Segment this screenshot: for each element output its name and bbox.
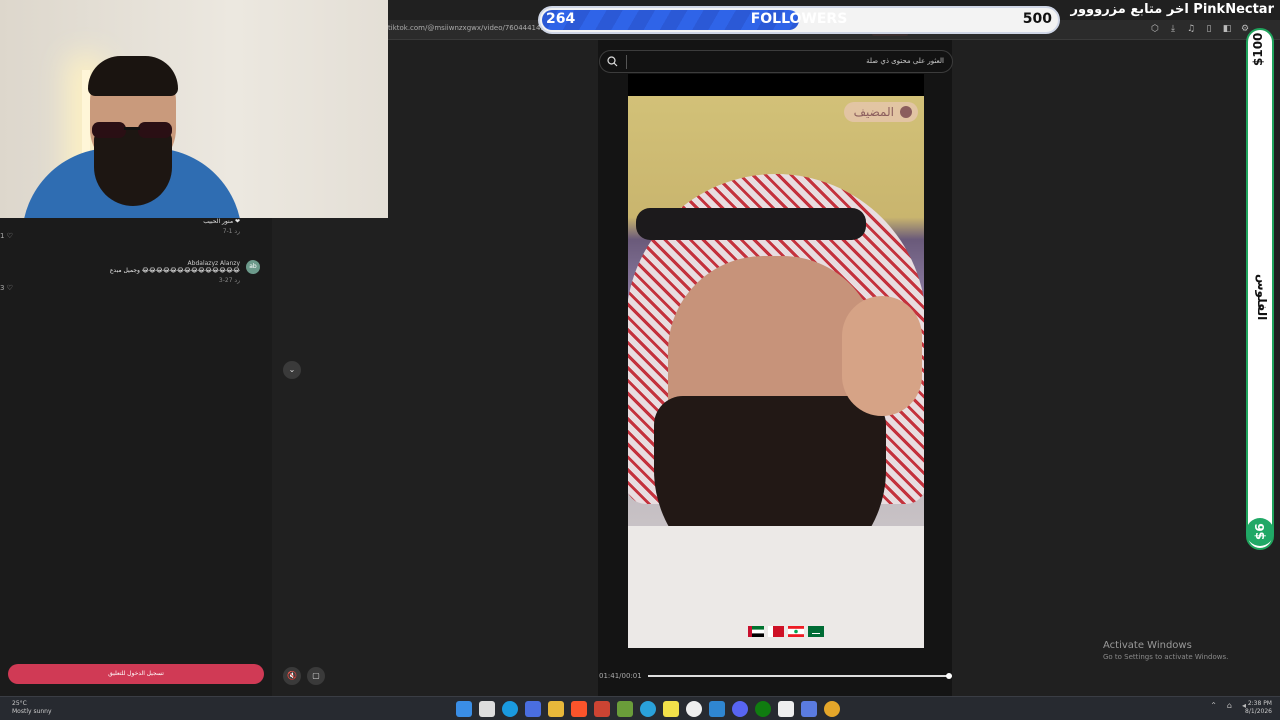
- activation-subtitle: Go to Settings to activate Windows.: [1103, 653, 1229, 661]
- search-taskbar-icon[interactable]: [479, 701, 495, 717]
- host-badge: المضيف: [843, 102, 918, 122]
- store-icon[interactable]: [525, 701, 541, 717]
- address-bar[interactable]: tiktok.com/@msiiwnzxgwx/video/7604441432…: [388, 24, 548, 32]
- chevron-up-icon[interactable]: ⌃: [1210, 701, 1217, 710]
- follower-goal-bar: 264 FOLLOWERS 500: [538, 6, 1060, 34]
- video-player[interactable]: المضيف: [628, 96, 924, 648]
- xbox-icon[interactable]: [755, 701, 771, 717]
- weather-temp: 25°C: [12, 700, 27, 707]
- host-icon: [900, 106, 912, 118]
- follower-label: FOLLOWERS: [750, 11, 848, 27]
- like-count[interactable]: 3 ♡: [0, 284, 13, 292]
- donation-goal-bar: $100 الفلوس $6: [1246, 28, 1274, 550]
- brave-icon[interactable]: [571, 701, 587, 717]
- donation-target: $100: [1251, 32, 1265, 66]
- flags: [748, 626, 824, 637]
- saudi-flag-icon: [808, 626, 824, 637]
- system-tray[interactable]: ⌃ ⌂ ◂: [1210, 701, 1246, 710]
- mute-button[interactable]: 🔇: [283, 667, 301, 685]
- files-icon[interactable]: [801, 701, 817, 717]
- comment-text: منور الحبيب ❤: [203, 218, 240, 225]
- screen: tiktok.com/@msiiwnzxgwx/video/7604441432…: [0, 0, 1280, 720]
- extensions-icon[interactable]: ⬡: [1150, 24, 1160, 34]
- telegram-icon[interactable]: [640, 701, 656, 717]
- login-to-comment-button[interactable]: تسجيل الدخول للتعليق: [8, 664, 264, 684]
- video-progress-bar[interactable]: [648, 673, 952, 679]
- follower-target: 500: [1022, 11, 1052, 27]
- chrome-icon[interactable]: [824, 701, 840, 717]
- video-time: 01:41/00:01: [599, 672, 642, 680]
- activate-windows-watermark: Activate Windows Go to Settings to activ…: [1103, 640, 1228, 661]
- comment-author[interactable]: Abdalazyz Alanzy: [10, 260, 240, 267]
- search-bar[interactable]: العثور على محتوى ذي صلة: [599, 50, 953, 73]
- clock[interactable]: 2:38 PM 8/1/2026: [1245, 700, 1272, 716]
- start-icon[interactable]: [456, 701, 472, 717]
- scroll-down-button[interactable]: ⌄: [283, 361, 301, 379]
- clock-date: 8/1/2026: [1245, 708, 1272, 715]
- weather-desc: Mostly sunny: [12, 708, 52, 715]
- reading-icon[interactable]: ▯: [1204, 24, 1214, 34]
- uae-flag-icon: [748, 626, 764, 637]
- avatar[interactable]: ab: [246, 260, 260, 274]
- host-badge-label: المضيف: [853, 105, 894, 119]
- taskbar: 25°C Mostly sunny ⌃ ⌂ ◂ 2:38 PM 8/1/2026: [0, 696, 1280, 720]
- latest-follower-text: اخر متابع مزرووور PinkNectar: [1070, 2, 1274, 17]
- download-icon[interactable]: ⤓: [1168, 24, 1178, 34]
- search-icon[interactable]: [605, 54, 620, 69]
- github-icon[interactable]: [686, 701, 702, 717]
- edge-icon[interactable]: [502, 701, 518, 717]
- weather-widget[interactable]: 25°C Mostly sunny: [12, 700, 52, 716]
- clock-time: 2:38 PM: [1247, 700, 1272, 707]
- explorer-icon[interactable]: [548, 701, 564, 717]
- search-input[interactable]: العثور على محتوى ذي صلة: [866, 57, 944, 65]
- webcam-overlay: [0, 0, 388, 218]
- comment-item: ab Abdalazyz Alanzy وجميل مبدع 😂😂😂😂😂😂😂😂😂…: [0, 260, 260, 292]
- comments-panel: منور الحبيب ❤ 7-1 رد 1 ♡ ab Abdalazyz Al…: [0, 218, 272, 696]
- donation-current: $6: [1246, 518, 1274, 546]
- comment-meta[interactable]: 3-27 رد: [10, 277, 240, 284]
- discord-icon[interactable]: [732, 701, 748, 717]
- comment-meta[interactable]: 7-1 رد: [10, 228, 240, 235]
- activation-title: Activate Windows: [1103, 640, 1192, 651]
- bahrain-flag-icon: [768, 626, 784, 637]
- donation-label: الفلوس: [1255, 274, 1269, 321]
- network-icon[interactable]: ⌂: [1227, 701, 1232, 710]
- music-icon[interactable]: ♫: [1186, 24, 1196, 34]
- lebanon-flag-icon: [788, 626, 804, 637]
- comment-item: منور الحبيب ❤ 7-1 رد 1 ♡: [0, 218, 260, 240]
- sunglasses: [92, 122, 172, 138]
- capcut-icon[interactable]: [778, 701, 794, 717]
- comment-text: وجميل مبدع 😂😂😂😂😂😂😂😂😂😂😂😂😂😂: [109, 267, 240, 274]
- video-scrub-handle[interactable]: [945, 673, 952, 679]
- miniplayer-button[interactable]: ▢: [307, 667, 325, 685]
- snapchat-icon[interactable]: [663, 701, 679, 717]
- app-icon[interactable]: [594, 701, 610, 717]
- minecraft-icon[interactable]: [617, 701, 633, 717]
- video-progress-fill: [648, 675, 949, 677]
- vscode-icon[interactable]: [709, 701, 725, 717]
- like-count[interactable]: 1 ♡: [0, 232, 13, 240]
- sidebar-icon[interactable]: ◧: [1222, 24, 1232, 34]
